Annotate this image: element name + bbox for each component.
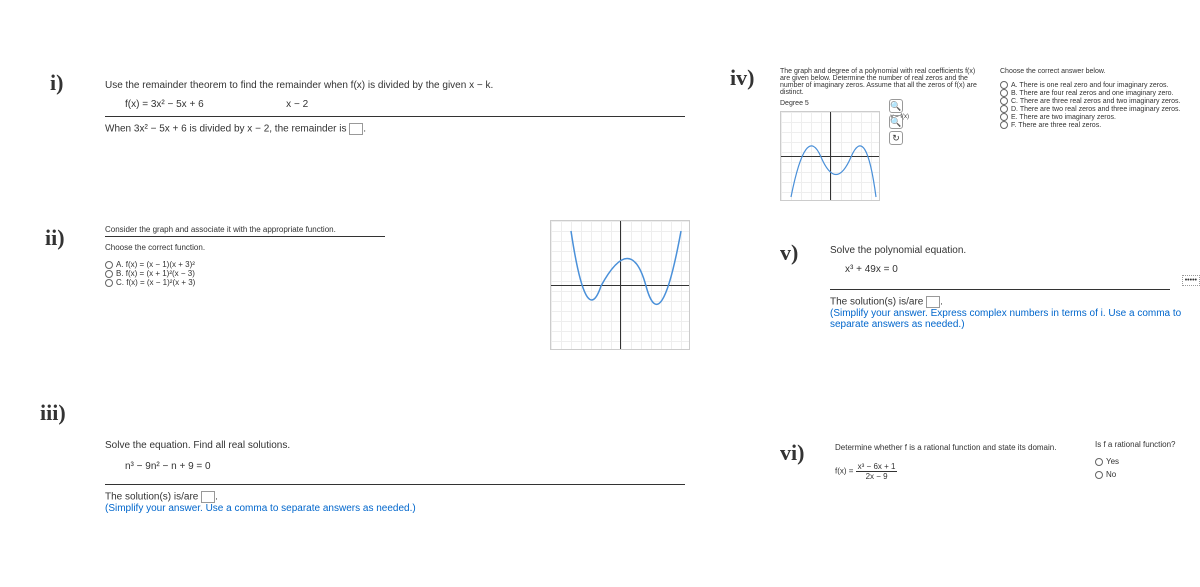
- p2-option-c[interactable]: C. f(x) = (x − 1)²(x + 3): [105, 278, 485, 287]
- p5-note: (Simplify your answer. Express complex n…: [830, 308, 1190, 330]
- p2-instruction: Consider the graph and associate it with…: [105, 225, 485, 234]
- label-v: v): [780, 240, 798, 265]
- p3-instruction: Solve the equation. Find all real soluti…: [105, 440, 605, 451]
- p3-answer-input[interactable]: [201, 491, 215, 503]
- p5-instruction: Solve the polynomial equation.: [830, 245, 1190, 256]
- label-iv: iv): [730, 65, 754, 90]
- p3-sol-post: .: [215, 492, 218, 503]
- p4-option-f[interactable]: F. There are three real zeros.: [1000, 121, 1195, 129]
- p4-option-d[interactable]: D. There are two real zeros and three im…: [1000, 105, 1195, 113]
- p5-equation: x³ + 49x = 0: [845, 264, 1190, 275]
- p2-option-b[interactable]: B. f(x) = (x + 1)²(x − 3): [105, 269, 485, 278]
- p6-fraction: x³ − 6x + 12x − 9: [856, 462, 898, 481]
- label-ii: ii): [45, 225, 65, 250]
- p6-fx-pre: f(x) =: [835, 467, 856, 476]
- p4-instruction: The graph and degree of a polynomial wit…: [780, 68, 980, 96]
- p2-graph: [550, 220, 690, 350]
- p4-graph: y = f(x): [780, 111, 880, 201]
- p4-option-a[interactable]: A. There is one real zero and four imagi…: [1000, 81, 1195, 89]
- p1-xk: x − 2: [286, 99, 308, 110]
- p4-option-b[interactable]: B. There are four real zeros and one ima…: [1000, 89, 1195, 97]
- p3-equation: n³ − 9n² − n + 9 = 0: [125, 461, 605, 472]
- p6-option-no[interactable]: No: [1095, 470, 1195, 479]
- label-vi: vi): [780, 440, 804, 465]
- p1-result-post: .: [363, 124, 366, 135]
- p5-sol-pre: The solution(s) is/are: [830, 297, 926, 308]
- p5-sol-post: .: [940, 297, 943, 308]
- p4-degree: Degree 5: [780, 100, 980, 107]
- p6-instruction: Determine whether f is a rational functi…: [835, 443, 1095, 452]
- label-i: i): [50, 70, 63, 95]
- p3-sol-pre: The solution(s) is/are: [105, 492, 201, 503]
- label-iii: iii): [40, 400, 66, 425]
- p1-answer-input[interactable]: [349, 123, 363, 135]
- p6-option-yes[interactable]: Yes: [1095, 457, 1195, 466]
- ellipsis-icon[interactable]: •••••: [1182, 275, 1200, 286]
- p1-result-text: When 3x² − 5x + 6 is divided by x − 2, t…: [105, 124, 349, 135]
- p1-fx: f(x) = 3x² − 5x + 6: [125, 99, 204, 110]
- p3-note: (Simplify your answer. Use a comma to se…: [105, 503, 605, 514]
- zoom-in-icon[interactable]: 🔍: [889, 99, 903, 113]
- p4-option-e[interactable]: E. There are two imaginary zeros.: [1000, 113, 1195, 121]
- p2-choose: Choose the correct function.: [105, 243, 485, 252]
- reset-icon[interactable]: ↻: [889, 131, 903, 145]
- p6-question: Is f a rational function?: [1095, 440, 1195, 449]
- p1-instruction: Use the remainder theorem to find the re…: [105, 80, 705, 91]
- p2-option-a[interactable]: A. f(x) = (x − 1)(x + 3)²: [105, 260, 485, 269]
- p4-option-c[interactable]: C. There are three real zeros and two im…: [1000, 97, 1195, 105]
- p4-choose: Choose the correct answer below.: [1000, 68, 1195, 75]
- zoom-out-icon[interactable]: 🔍: [889, 115, 903, 129]
- p5-answer-input[interactable]: [926, 296, 940, 308]
